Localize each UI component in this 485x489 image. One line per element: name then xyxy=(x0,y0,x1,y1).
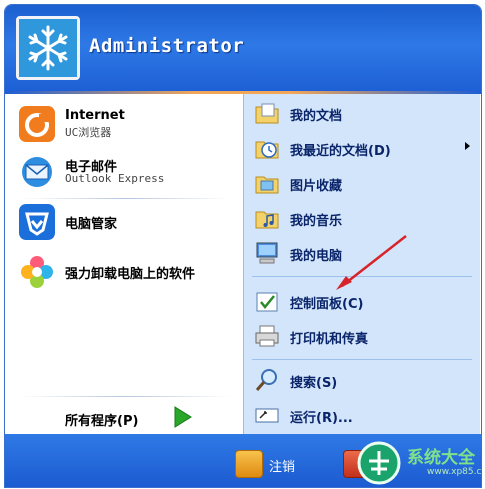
place-my-pictures[interactable]: 图片收藏 xyxy=(244,167,480,199)
my-music-icon xyxy=(255,211,279,229)
search-icon xyxy=(255,369,277,391)
my-computer-icon xyxy=(256,242,278,264)
separator xyxy=(252,359,472,360)
watermark-url: www.xp85.com xyxy=(427,467,482,477)
uninstaller-icon xyxy=(21,256,53,288)
place-label: 搜索(S) xyxy=(290,376,338,391)
place-printers[interactable]: 打印机和传真 xyxy=(244,320,480,352)
recent-item-label: 电脑管家 xyxy=(65,217,118,232)
place-label: 我最近的文档(D) xyxy=(290,144,391,159)
my-documents-icon xyxy=(255,103,279,124)
watermark: 系统大全 www.xp85.com xyxy=(353,437,482,487)
uc-browser-icon xyxy=(19,106,55,142)
place-run[interactable]: 运行(R)... xyxy=(244,399,480,431)
place-label: 图片收藏 xyxy=(290,179,343,194)
pinned-item-title: Internet xyxy=(65,108,125,123)
place-label: 运行(R)... xyxy=(290,411,353,426)
pinned-item-subtitle: Outlook Express xyxy=(65,172,165,185)
watermark-logo-icon xyxy=(357,441,401,485)
email-icon xyxy=(22,157,52,187)
separator xyxy=(21,396,231,397)
start-menu-header: Administrator xyxy=(5,5,481,93)
place-recent-documents[interactable]: 我最近的文档(D) xyxy=(244,132,480,164)
my-pictures-icon xyxy=(255,176,279,194)
logoff-button[interactable]: 注销 xyxy=(235,450,327,478)
key-icon xyxy=(235,450,263,478)
recent-item-label: 强力卸载电脑上的软件 xyxy=(65,267,196,282)
pinned-item-email[interactable]: 电子邮件 Outlook Express xyxy=(9,152,243,192)
place-label: 我的文档 xyxy=(290,109,343,124)
watermark-text: 系统大全 xyxy=(407,448,475,468)
pointer-arrow xyxy=(336,235,407,290)
place-my-music[interactable]: 我的音乐 xyxy=(244,202,480,234)
programs-panel: Internet UC浏览器 电子邮件 Outlook Express 电脑管家 xyxy=(9,94,243,434)
recent-item-uninstaller[interactable]: 强力卸载电脑上的软件 xyxy=(9,252,243,292)
recent-documents-icon xyxy=(255,141,279,159)
place-label: 我的音乐 xyxy=(290,214,343,229)
place-label: 打印机和传真 xyxy=(290,332,369,347)
start-menu: Administrator Internet UC浏览器 电子邮件 Outloo… xyxy=(4,4,482,488)
printer-icon xyxy=(255,325,279,347)
place-search[interactable]: 搜索(S) xyxy=(244,364,480,396)
separator xyxy=(21,198,231,199)
recent-item-pc-manager[interactable]: 电脑管家 xyxy=(9,202,243,242)
username-label: Administrator xyxy=(89,35,245,57)
control-panel-icon xyxy=(256,292,278,312)
place-my-documents[interactable]: 我的文档 xyxy=(244,97,480,129)
submenu-arrow-icon xyxy=(465,142,470,150)
pinned-item-subtitle: UC浏览器 xyxy=(65,126,112,139)
all-programs-button[interactable]: 所有程序(P) xyxy=(65,410,138,429)
pinned-item-internet[interactable]: Internet UC浏览器 xyxy=(9,104,243,144)
snowflake-icon xyxy=(19,19,77,77)
pc-manager-icon xyxy=(19,204,55,240)
logoff-label: 注销 xyxy=(269,460,296,475)
green-arrow-icon[interactable] xyxy=(169,404,195,430)
user-avatar[interactable] xyxy=(16,16,80,80)
place-label: 控制面板(C) xyxy=(290,297,364,312)
run-icon xyxy=(255,408,279,423)
